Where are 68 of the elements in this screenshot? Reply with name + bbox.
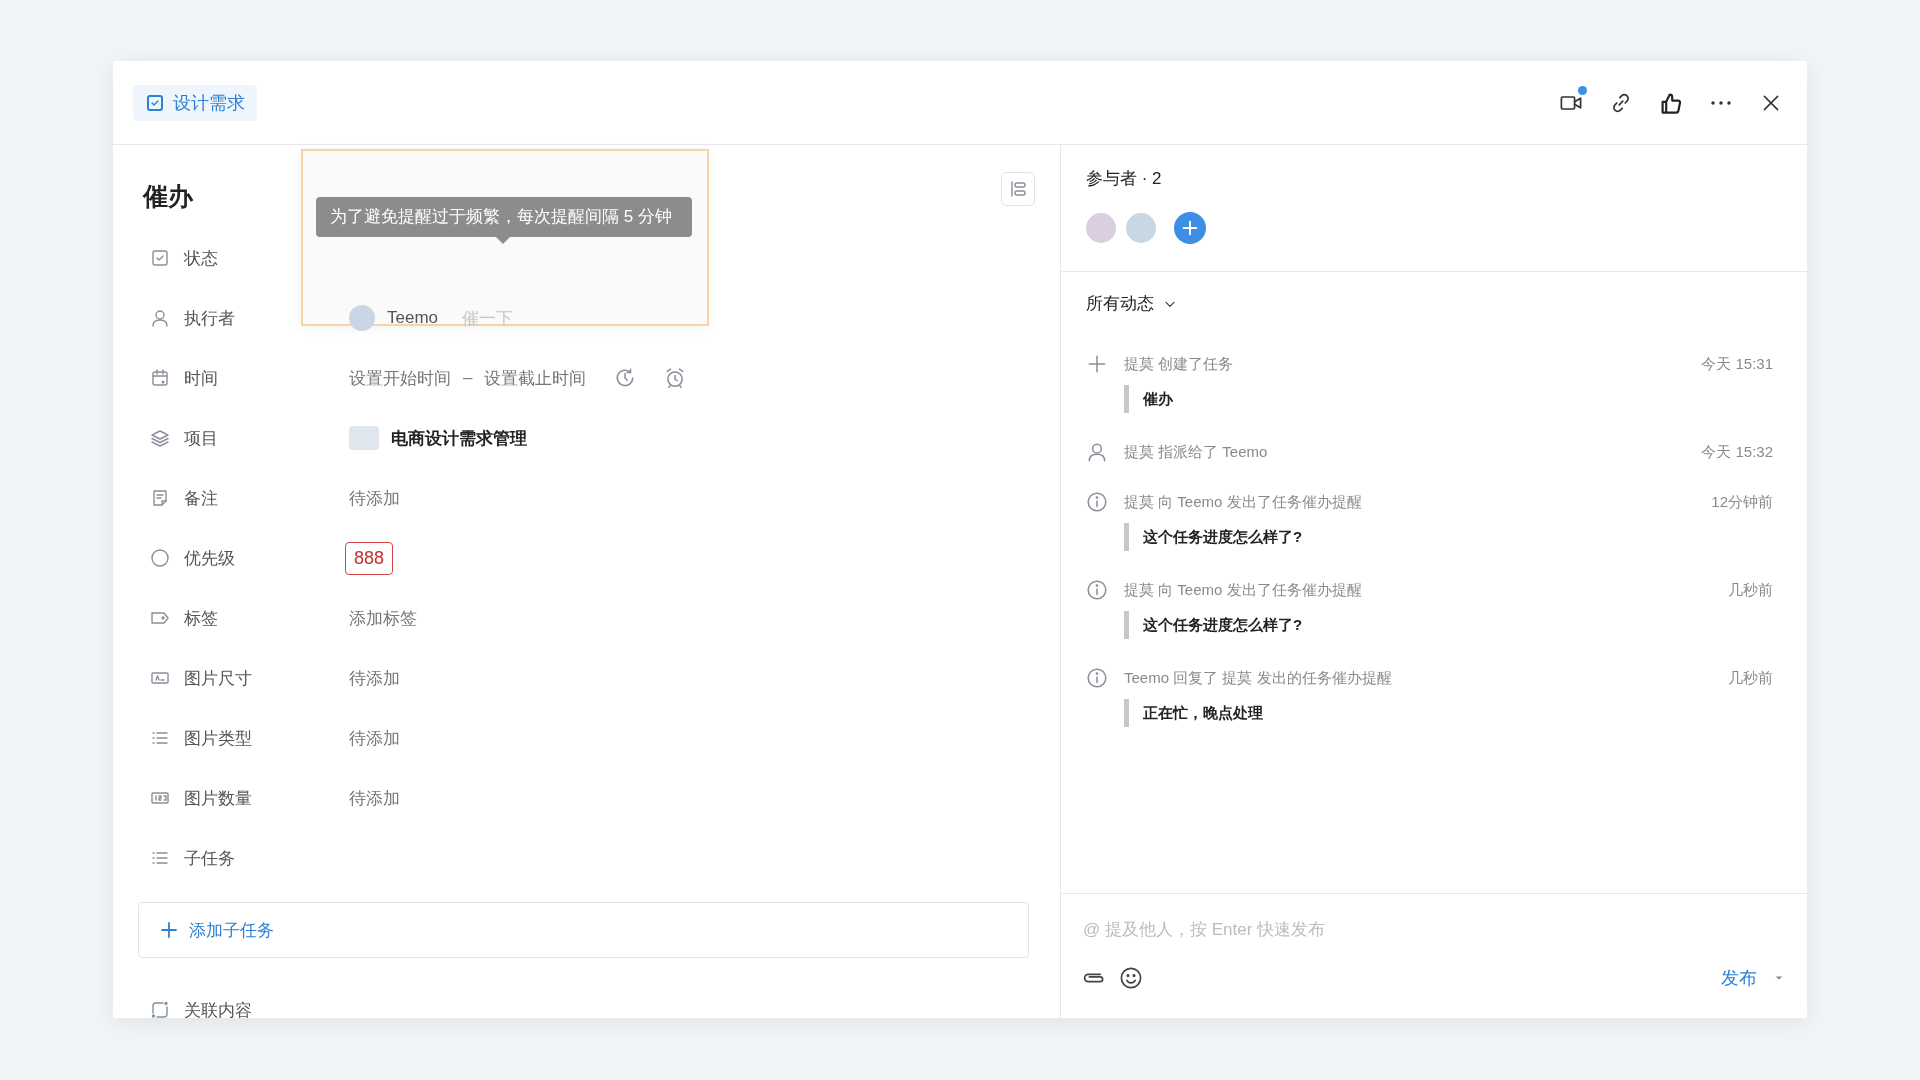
circle-icon: [150, 548, 170, 568]
activity-time: 12分钟前: [1711, 492, 1773, 512]
info-icon: [1086, 579, 1108, 601]
plus-icon: [159, 920, 179, 940]
project-thumbnail: [349, 426, 379, 450]
activity-text: 提莫 创建了任务: [1124, 354, 1235, 374]
activity-quote: 催办: [1124, 385, 1773, 413]
field-placeholder[interactable]: 待添加: [349, 486, 400, 510]
tooltip: 为了避免提醒过于频繁，每次提醒间隔 5 分钟: [316, 197, 692, 244]
person-icon: [150, 308, 170, 328]
assignee-name: Teemo: [387, 308, 439, 328]
start-time[interactable]: 设置开始时间: [349, 366, 451, 390]
field-label: 时间: [184, 367, 218, 390]
field-label: 执行者: [184, 307, 235, 330]
field-label: 优先级: [184, 547, 235, 570]
layout-button[interactable]: [1001, 172, 1035, 206]
field-placeholder[interactable]: 待添加: [349, 666, 400, 690]
field-label: 子任务: [184, 847, 235, 870]
project-name[interactable]: 电商设计需求管理: [391, 426, 527, 450]
comment-field[interactable]: @ 提及他人，按 Enter 快速发布: [1081, 912, 1787, 948]
calendar-icon: [150, 368, 170, 388]
person-icon: [1086, 441, 1108, 463]
task-type-label: 设计需求: [173, 91, 245, 115]
field-label: 状态: [184, 247, 218, 270]
activity-quote: 这个任务进度怎么样了?: [1124, 611, 1773, 639]
activity-quote: 正在忙，晚点处理: [1124, 699, 1773, 727]
field-label: 图片类型: [184, 727, 252, 750]
activity-time: 今天 15:31: [1701, 354, 1773, 374]
activity-text: Teemo 回复了 提莫 发出的任务催办提醒: [1124, 668, 1393, 688]
field-label: 图片数量: [184, 787, 252, 810]
task-type-tag[interactable]: 设计需求: [133, 84, 257, 121]
time-separator: –: [463, 368, 473, 388]
field-label: 备注: [184, 487, 218, 510]
emoji-icon: [1119, 966, 1143, 990]
field-label: 标签: [184, 607, 218, 630]
field-placeholder[interactable]: 待添加: [349, 786, 400, 810]
add-participant-button[interactable]: [1174, 212, 1206, 244]
field-placeholder[interactable]: 添加标签: [349, 606, 417, 630]
plus-icon: [1086, 353, 1108, 375]
field-label: 图片尺寸: [184, 667, 252, 690]
add-subtask-button[interactable]: 添加子任务: [138, 902, 1029, 958]
priority-value[interactable]: 888: [345, 541, 394, 575]
info-icon: [1086, 667, 1108, 689]
activity-time: 几秒前: [1728, 668, 1773, 688]
checkbox-icon: [145, 92, 165, 113]
more-icon: [1710, 100, 1732, 105]
related-icon: [150, 1000, 170, 1018]
avatar: [1126, 213, 1156, 243]
publish-button[interactable]: 发布: [1721, 966, 1757, 990]
info-icon: [1086, 491, 1108, 513]
layout-icon: [1008, 179, 1028, 199]
activity-time: 几秒前: [1728, 580, 1773, 600]
activity-text: 提莫 指派给了 Teemo: [1124, 442, 1269, 462]
plus-icon: [1181, 219, 1199, 237]
participants-title: 参与者 · 2: [1086, 168, 1163, 190]
activity-quote: 这个任务进度怎么样了?: [1124, 523, 1773, 551]
activity-time: 今天 15:32: [1701, 442, 1773, 462]
activity-filter[interactable]: 所有动态: [1086, 292, 1178, 315]
field-label: 关联内容: [184, 999, 252, 1018]
field-placeholder[interactable]: 待添加: [349, 726, 400, 750]
activity-text: 提莫 向 Teemo 发出了任务催办提醒: [1124, 580, 1363, 600]
activity-text: 提莫 向 Teemo 发出了任务催办提醒: [1124, 492, 1363, 512]
field-label: 项目: [184, 427, 218, 450]
note-icon: [150, 488, 170, 508]
checkbox-icon: [150, 248, 170, 268]
avatar: [1086, 213, 1116, 243]
layers-icon: [150, 428, 170, 448]
end-time[interactable]: 设置截止时间: [484, 366, 587, 390]
